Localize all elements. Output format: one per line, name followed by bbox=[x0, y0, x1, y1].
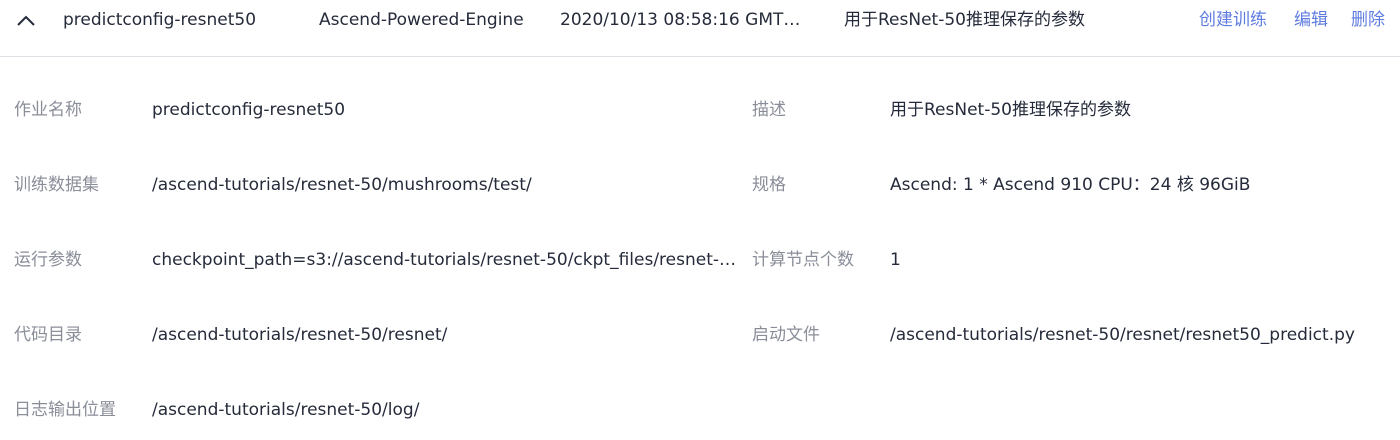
spec-value: Ascend: 1 * Ascend 910 CPU：24 核 96GiB bbox=[890, 175, 1251, 195]
boot-file-value: /ascend-tutorials/resnet-50/resnet/resne… bbox=[890, 325, 1355, 345]
log-output-label: 日志输出位置 bbox=[14, 400, 116, 420]
code-dir-label: 代码目录 bbox=[14, 325, 82, 345]
job-row-header: predictconfig-resnet50 Ascend-Powered-En… bbox=[0, 0, 1400, 57]
log-output-value: /ascend-tutorials/resnet-50/log/ bbox=[152, 400, 420, 420]
spec-label: 规格 bbox=[752, 175, 786, 195]
description-value: 用于ResNet-50推理保存的参数 bbox=[890, 100, 1131, 120]
job-description: 用于ResNet-50推理保存的参数 bbox=[844, 10, 1085, 30]
job-detail-panel: 作业名称 predictconfig-resnet50 描述 用于ResNet-… bbox=[0, 58, 1400, 440]
job-name-label: 作业名称 bbox=[14, 100, 82, 120]
description-label: 描述 bbox=[752, 100, 786, 120]
job-engine: Ascend-Powered-Engine bbox=[319, 10, 524, 30]
node-count-value: 1 bbox=[890, 250, 901, 270]
job-name: predictconfig-resnet50 bbox=[63, 10, 257, 30]
chevron-up-icon[interactable] bbox=[14, 9, 38, 33]
node-count-label: 计算节点个数 bbox=[752, 250, 854, 270]
code-dir-value: /ascend-tutorials/resnet-50/resnet/ bbox=[152, 325, 448, 345]
edit-link[interactable]: 编辑 bbox=[1294, 8, 1328, 32]
job-created-time: 2020/10/13 08:58:16 GMT+0... bbox=[560, 10, 810, 30]
run-params-value: checkpoint_path=s3://ascend-tutorials/re… bbox=[152, 250, 746, 270]
boot-file-label: 启动文件 bbox=[752, 325, 820, 345]
training-dataset-label: 训练数据集 bbox=[14, 175, 99, 195]
training-dataset-value: /ascend-tutorials/resnet-50/mushrooms/te… bbox=[152, 175, 532, 195]
create-training-link[interactable]: 创建训练 bbox=[1199, 8, 1267, 32]
delete-link[interactable]: 删除 bbox=[1351, 8, 1385, 32]
job-name-value: predictconfig-resnet50 bbox=[152, 100, 346, 120]
run-params-label: 运行参数 bbox=[14, 250, 82, 270]
